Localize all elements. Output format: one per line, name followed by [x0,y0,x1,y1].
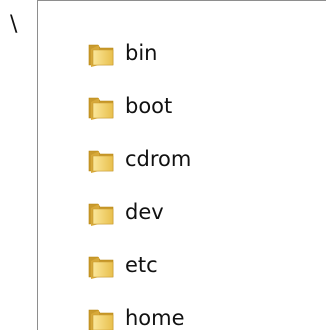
folder-label: dev [125,200,164,224]
folder-label: etc [125,253,158,277]
folder-item-home[interactable]: home [86,292,191,330]
root-path-label: \ [10,12,18,37]
folder-item-dev[interactable]: dev [86,186,191,239]
folder-icon [88,150,114,173]
folder-list: bin boot cdrom dev etc home [86,27,191,330]
folder-icon [88,256,114,279]
folder-icon [88,97,114,120]
folder-label: cdrom [125,147,192,171]
folder-icon [88,44,114,67]
folder-icon [88,203,114,226]
folder-icon [88,309,114,330]
folder-item-cdrom[interactable]: cdrom [86,133,191,186]
folder-item-etc[interactable]: etc [86,239,191,292]
folder-item-bin[interactable]: bin [86,27,191,80]
folder-item-boot[interactable]: boot [86,80,191,133]
folder-label: home [125,306,185,330]
folder-label: bin [125,41,158,65]
folder-label: boot [125,94,173,118]
folder-tree-panel: bin boot cdrom dev etc home [37,0,326,330]
